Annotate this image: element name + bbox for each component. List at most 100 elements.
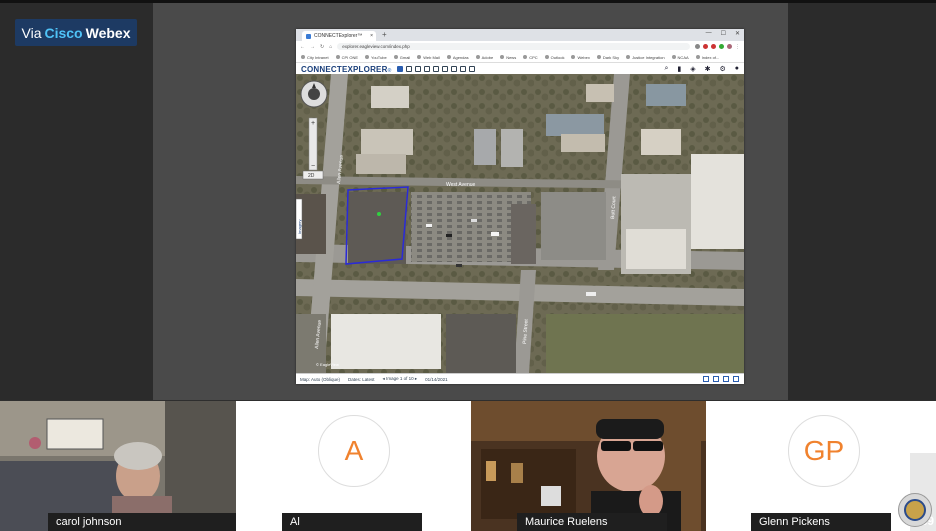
select-tool-icon[interactable] <box>397 66 404 72</box>
shared-browser-window: CONNECTExplorer™ × + — ☐ ✕ ← → ↻ ⌂ explo… <box>296 29 744 384</box>
back-icon[interactable]: ← <box>300 44 305 50</box>
maximize-icon[interactable]: ☐ <box>721 30 726 37</box>
search-icon[interactable]: ⌕ <box>664 65 668 73</box>
extension-icon[interactable] <box>719 43 724 49</box>
pager: ◂ Image 1 of 10 ▸ <box>383 376 418 382</box>
view-mode-label: 2D <box>308 173 315 179</box>
export-icon[interactable] <box>733 376 739 382</box>
street-label-cross: West Avenue <box>446 182 475 188</box>
participant-name: carol johnson <box>56 516 122 528</box>
bookmark-item[interactable]: Index of... <box>696 55 720 60</box>
bookmark-item[interactable]: Adobe <box>476 55 494 60</box>
forward-icon[interactable]: → <box>310 44 315 50</box>
circle-tool-icon[interactable] <box>433 66 440 72</box>
window-close-icon[interactable]: ✕ <box>735 30 740 37</box>
participant-tile-al[interactable]: A Al <box>236 401 471 531</box>
extension-icon[interactable] <box>711 43 716 49</box>
new-tab-button[interactable]: + <box>382 30 387 39</box>
participant-name-bar: Glenn Pickens <box>751 513 891 531</box>
sync-icon[interactable] <box>723 376 729 382</box>
brand-webex: Webex <box>85 24 131 41</box>
dates-selector[interactable]: Dates: Latest <box>348 377 375 382</box>
left-margin <box>0 3 153 400</box>
bookmark-icon[interactable]: ▮ <box>677 65 681 73</box>
avatar-initials: A <box>344 435 364 466</box>
bookmark-item[interactable]: Agendas <box>447 55 469 60</box>
next-image-icon[interactable]: ▸ <box>415 376 417 381</box>
image-pager: Image 1 of 10 <box>386 376 414 381</box>
participant-name: Al <box>290 516 300 528</box>
zoom-in-icon: + <box>311 120 315 127</box>
bookmark-item[interactable]: YouTube <box>365 55 387 60</box>
window-controls: — ☐ ✕ <box>706 30 740 37</box>
map-mode-selector[interactable]: Map: Auto (Oblique) <box>300 377 340 382</box>
favicon-icon <box>306 33 311 39</box>
video-feed <box>0 401 236 531</box>
right-margin <box>788 3 936 400</box>
bookmark-item[interactable]: Justice Integration <box>626 55 664 60</box>
bookmark-item[interactable]: Outlook <box>545 55 565 60</box>
webex-brand-label: Via Cisco Webex <box>15 19 137 46</box>
brand-prefix: Via <box>21 24 42 41</box>
profile-icon[interactable] <box>727 43 732 49</box>
image-date: 01/14/2021 <box>425 376 448 382</box>
video-feed <box>471 401 706 531</box>
height-tool-icon[interactable] <box>424 66 431 72</box>
tab-title: CONNECTExplorer™ <box>314 33 363 39</box>
reload-icon[interactable]: ↻ <box>320 44 324 50</box>
app-logo: CONNECTEXPLORER® <box>301 64 392 74</box>
aerial-map[interactable]: Allen Avenue West Avenue Butt Court Alle… <box>296 74 744 373</box>
participant-name-bar: Maurice Ruelens <box>517 513 667 531</box>
close-icon[interactable]: × <box>370 33 373 39</box>
tools-icon[interactable]: ✱ <box>705 65 711 73</box>
map-copyright: © EagleView <box>316 362 339 367</box>
settings-icon[interactable]: ⚙ <box>719 65 725 73</box>
avatar: A <box>318 415 390 487</box>
status-icons <box>703 376 739 382</box>
bookmark-item[interactable]: Web Mail <box>417 55 440 60</box>
browser-tab[interactable]: CONNECTExplorer™ × <box>302 31 376 41</box>
participant-tile-maurice[interactable]: Maurice Ruelens <box>471 401 706 531</box>
map-toolbar <box>397 66 476 72</box>
side-tab-label: Imagery <box>297 220 302 234</box>
pin-tool-icon[interactable] <box>469 66 476 72</box>
avatar-initials: GP <box>803 435 845 466</box>
layers-icon[interactable]: ◈ <box>690 65 695 73</box>
organization-seal-icon <box>898 493 932 527</box>
avatar: GP <box>788 415 860 487</box>
brand-cisco: Cisco <box>44 24 83 41</box>
header-right-tools: ⌕ ▮ ◈ ✱ ⚙ ● <box>664 65 739 73</box>
bookmark-item[interactable]: News <box>500 55 516 60</box>
bookmark-item[interactable]: Dark Sky <box>597 55 619 60</box>
participant-tile-carol[interactable]: carol johnson <box>0 401 236 531</box>
minimize-icon[interactable]: — <box>706 30 712 37</box>
prev-image-icon[interactable]: ◂ <box>383 376 385 381</box>
menu-icon[interactable]: ⋮ <box>735 44 740 50</box>
user-icon[interactable]: ● <box>735 65 739 73</box>
polygon-tool-icon[interactable] <box>442 66 449 72</box>
bookmark-item[interactable]: NCAA <box>672 55 689 60</box>
bookmark-item[interactable]: Gmail <box>394 55 410 60</box>
home-icon[interactable]: ⌂ <box>329 44 332 50</box>
bookmarks-bar: City Intranet CPI ONE YouTube Gmail Web … <box>296 52 744 63</box>
compare-icon[interactable] <box>713 376 719 382</box>
bookmark-item[interactable]: City Intranet <box>301 55 329 60</box>
map-status-bar: Map: Auto (Oblique) Dates: Latest ◂ Imag… <box>296 373 744 384</box>
bookmark-item[interactable]: CPC <box>523 55 537 60</box>
address-bar: ← → ↻ ⌂ explorer.eagleview.com/index.php… <box>296 41 744 52</box>
star-icon[interactable] <box>695 43 700 49</box>
tab-strip: CONNECTExplorer™ × + — ☐ ✕ <box>296 29 744 41</box>
zoom-out-icon: − <box>311 163 315 170</box>
extension-icons: ⋮ <box>695 43 740 50</box>
url-field[interactable]: explorer.eagleview.com/index.php <box>337 43 690 50</box>
bookmark-item[interactable]: Webex <box>571 55 589 60</box>
split-view-icon[interactable] <box>703 376 709 382</box>
participant-name-bar: carol johnson <box>48 513 236 531</box>
measure-tool-icon[interactable] <box>406 66 413 72</box>
participant-name: Maurice Ruelens <box>525 516 608 528</box>
line-tool-icon[interactable] <box>451 66 458 72</box>
bookmark-item[interactable]: CPI ONE <box>336 55 358 60</box>
extension-icon[interactable] <box>703 43 708 49</box>
area-tool-icon[interactable] <box>415 66 422 72</box>
text-tool-icon[interactable] <box>460 66 467 72</box>
